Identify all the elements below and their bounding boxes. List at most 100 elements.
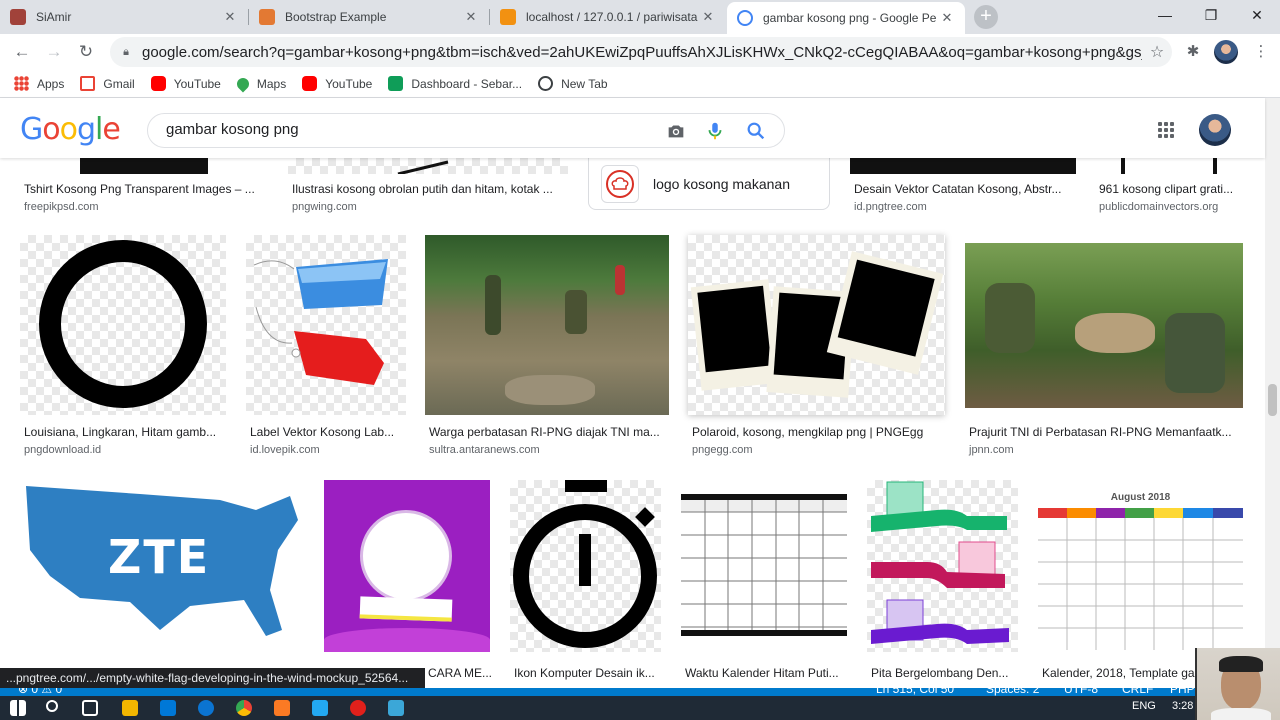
camera-icon[interactable] xyxy=(665,120,687,142)
result-thumbnail[interactable] xyxy=(850,158,1076,174)
vscode-icon[interactable] xyxy=(312,700,328,716)
close-icon[interactable]: ✕ xyxy=(222,9,238,25)
result-caption[interactable]: Desain Vektor Catatan Kosong, Abstr... xyxy=(854,182,1076,196)
result-thumbnail[interactable] xyxy=(80,158,208,174)
maximize-button[interactable]: ❐ xyxy=(1188,0,1234,30)
search-icon[interactable] xyxy=(745,120,767,142)
result-thumbnail[interactable] xyxy=(288,158,568,174)
search-input[interactable] xyxy=(166,121,646,138)
tab-google-images[interactable]: gambar kosong png - Google Pe ✕ xyxy=(727,2,965,34)
result-caption[interactable]: Polaroid, kosong, mengkilap png | PNGEgg xyxy=(692,425,945,439)
close-icon[interactable]: ✕ xyxy=(939,10,955,26)
result-caption[interactable]: 961 kosong clipart grati... xyxy=(1099,182,1245,196)
bookmark-youtube-2[interactable]: YouTube xyxy=(302,76,372,91)
search-icon[interactable] xyxy=(46,700,58,712)
result-caption[interactable]: Label Vektor Kosong Lab... xyxy=(250,425,406,439)
result-caption[interactable]: Tshirt Kosong Png Transparent Images – .… xyxy=(24,182,272,196)
bookmark-gmail[interactable]: Gmail xyxy=(80,76,135,91)
microphone-icon[interactable] xyxy=(704,120,726,142)
edge-icon[interactable] xyxy=(198,700,214,716)
xampp-icon[interactable] xyxy=(274,700,290,716)
result-caption[interactable]: Ilustrasi kosong obrolan putih dan hitam… xyxy=(292,182,568,196)
cursor-position[interactable]: Ln 515, Col 50 xyxy=(876,682,954,696)
image-result-zte[interactable]: ZTE xyxy=(20,480,304,688)
image-result-purple-frame[interactable]: CARA ME... xyxy=(324,480,492,688)
lock-icon[interactable]: 🔒︎ xyxy=(110,46,142,59)
bookmark-star-icon[interactable]: ☆ xyxy=(1142,42,1172,62)
bookmark-maps[interactable]: Maps xyxy=(234,75,286,92)
result-thumbnail[interactable] xyxy=(425,235,669,415)
line-ending[interactable]: CRLF xyxy=(1122,682,1153,696)
tab-siamir[interactable]: SiAmir ✕ xyxy=(0,0,248,34)
related-search-chip[interactable]: logo kosong makanan xyxy=(588,158,830,210)
image-result-tni-farming[interactable]: Prajurit TNI di Perbatasan RI-PNG Memanf… xyxy=(965,235,1243,457)
windows-start-icon[interactable] xyxy=(10,700,26,716)
close-icon[interactable]: ✕ xyxy=(463,9,479,25)
media-icon[interactable] xyxy=(160,700,176,716)
input-language[interactable]: ENG xyxy=(1132,700,1156,712)
file-explorer-icon[interactable] xyxy=(122,700,138,716)
result-thumbnail[interactable]: ZTE xyxy=(20,480,304,652)
result-caption[interactable]: Ikon Komputer Desain ik... xyxy=(514,666,661,680)
result-thumbnail[interactable] xyxy=(867,480,1018,652)
image-result-tags[interactable]: Label Vektor Kosong Lab... id.lovepik.co… xyxy=(246,235,406,457)
result-caption[interactable]: Louisiana, Lingkaran, Hitam gamb... xyxy=(24,425,226,439)
image-result-weekly-calendar[interactable]: Waktu Kalender Hitam Puti... xyxy=(681,480,847,688)
result-thumbnail[interactable]: August 2018 xyxy=(1038,480,1243,652)
result-source[interactable]: pngegg.com xyxy=(692,444,753,456)
extensions-puzzle-icon[interactable]: ✱ xyxy=(1180,39,1206,65)
result-caption[interactable]: Prajurit TNI di Perbatasan RI-PNG Memanf… xyxy=(969,425,1243,439)
close-window-button[interactable]: ✕ xyxy=(1234,0,1280,30)
result-thumbnail[interactable] xyxy=(681,480,847,652)
result-thumbnail[interactable] xyxy=(20,235,226,415)
image-result-tni-villagers[interactable]: Warga perbatasan RI-PNG diajak TNI ma...… xyxy=(425,235,669,457)
result-source[interactable]: sultra.antaranews.com xyxy=(429,444,540,456)
result-thumbnail[interactable] xyxy=(324,480,490,652)
image-result-chat-bubble[interactable]: Ilustrasi kosong obrolan putih dan hitam… xyxy=(288,158,568,218)
result-source[interactable]: id.pngtree.com xyxy=(854,201,927,213)
record-icon[interactable] xyxy=(350,700,366,716)
result-thumbnail[interactable] xyxy=(246,235,406,415)
close-icon[interactable]: ✕ xyxy=(700,9,716,25)
scrollbar-thumb[interactable] xyxy=(1268,384,1277,416)
language-mode[interactable]: PHP xyxy=(1170,682,1195,696)
image-result-note-vector[interactable]: Desain Vektor Catatan Kosong, Abstr... i… xyxy=(850,158,1076,218)
result-caption[interactable]: Pita Bergelombang Den... xyxy=(871,666,1018,680)
new-tab-button[interactable]: + xyxy=(974,5,998,29)
reload-icon[interactable]: ↻ xyxy=(72,38,100,66)
image-result-circle[interactable]: Louisiana, Lingkaran, Hitam gamb... pngd… xyxy=(20,235,226,457)
result-caption[interactable]: Waktu Kalender Hitam Puti... xyxy=(685,666,847,680)
address-bar[interactable]: 🔒︎ google.com/search?q=gambar+kosong+png… xyxy=(110,37,1172,67)
minimize-button[interactable]: — xyxy=(1142,0,1188,30)
result-thumbnail[interactable] xyxy=(1095,158,1243,174)
tab-bootstrap-example[interactable]: Bootstrap Example ✕ xyxy=(249,0,489,34)
result-thumbnail[interactable] xyxy=(965,243,1243,408)
url-text[interactable]: google.com/search?q=gambar+kosong+png&tb… xyxy=(142,44,1142,61)
indentation-setting[interactable]: Spaces: 2 xyxy=(986,682,1039,696)
result-source[interactable]: publicdomainvectors.org xyxy=(1099,201,1218,213)
result-source[interactable]: freepikpsd.com xyxy=(24,201,99,213)
app-icon[interactable] xyxy=(388,700,404,716)
page-scrollbar[interactable] xyxy=(1265,98,1280,688)
result-thumbnail[interactable] xyxy=(510,480,661,652)
back-arrow-icon[interactable]: ← xyxy=(8,38,36,66)
google-logo[interactable]: Google xyxy=(20,112,121,147)
chrome-icon[interactable] xyxy=(236,700,252,716)
search-box[interactable] xyxy=(147,113,785,148)
result-source[interactable]: jpnn.com xyxy=(969,444,1014,456)
image-result-ribbons[interactable]: Pita Bergelombang Den... xyxy=(867,480,1018,688)
result-caption[interactable]: CARA ME... xyxy=(428,666,498,680)
image-result-stopwatch[interactable]: Ikon Komputer Desain ik... xyxy=(510,480,661,688)
google-apps-icon[interactable] xyxy=(1158,122,1174,138)
bookmark-apps[interactable]: Apps xyxy=(14,76,64,91)
clock-time[interactable]: 3:28 xyxy=(1172,700,1193,712)
result-caption[interactable]: Warga perbatasan RI-PNG diajak TNI ma... xyxy=(429,425,669,439)
tab-phpmyadmin[interactable]: localhost / 127.0.0.1 / pariwisata ✕ xyxy=(490,0,726,34)
file-encoding[interactable]: UTF-8 xyxy=(1064,682,1098,696)
account-avatar[interactable] xyxy=(1199,114,1231,146)
image-result-tshirt[interactable]: Tshirt Kosong Png Transparent Images – .… xyxy=(20,158,272,218)
bookmark-dashboard[interactable]: Dashboard - Sebar... xyxy=(388,76,522,91)
image-result-clipart[interactable]: 961 kosong clipart grati... publicdomain… xyxy=(1095,158,1243,218)
image-result-polaroid[interactable]: Polaroid, kosong, mengkilap png | PNGEgg… xyxy=(688,235,945,457)
forward-arrow-icon[interactable]: → xyxy=(40,38,68,66)
